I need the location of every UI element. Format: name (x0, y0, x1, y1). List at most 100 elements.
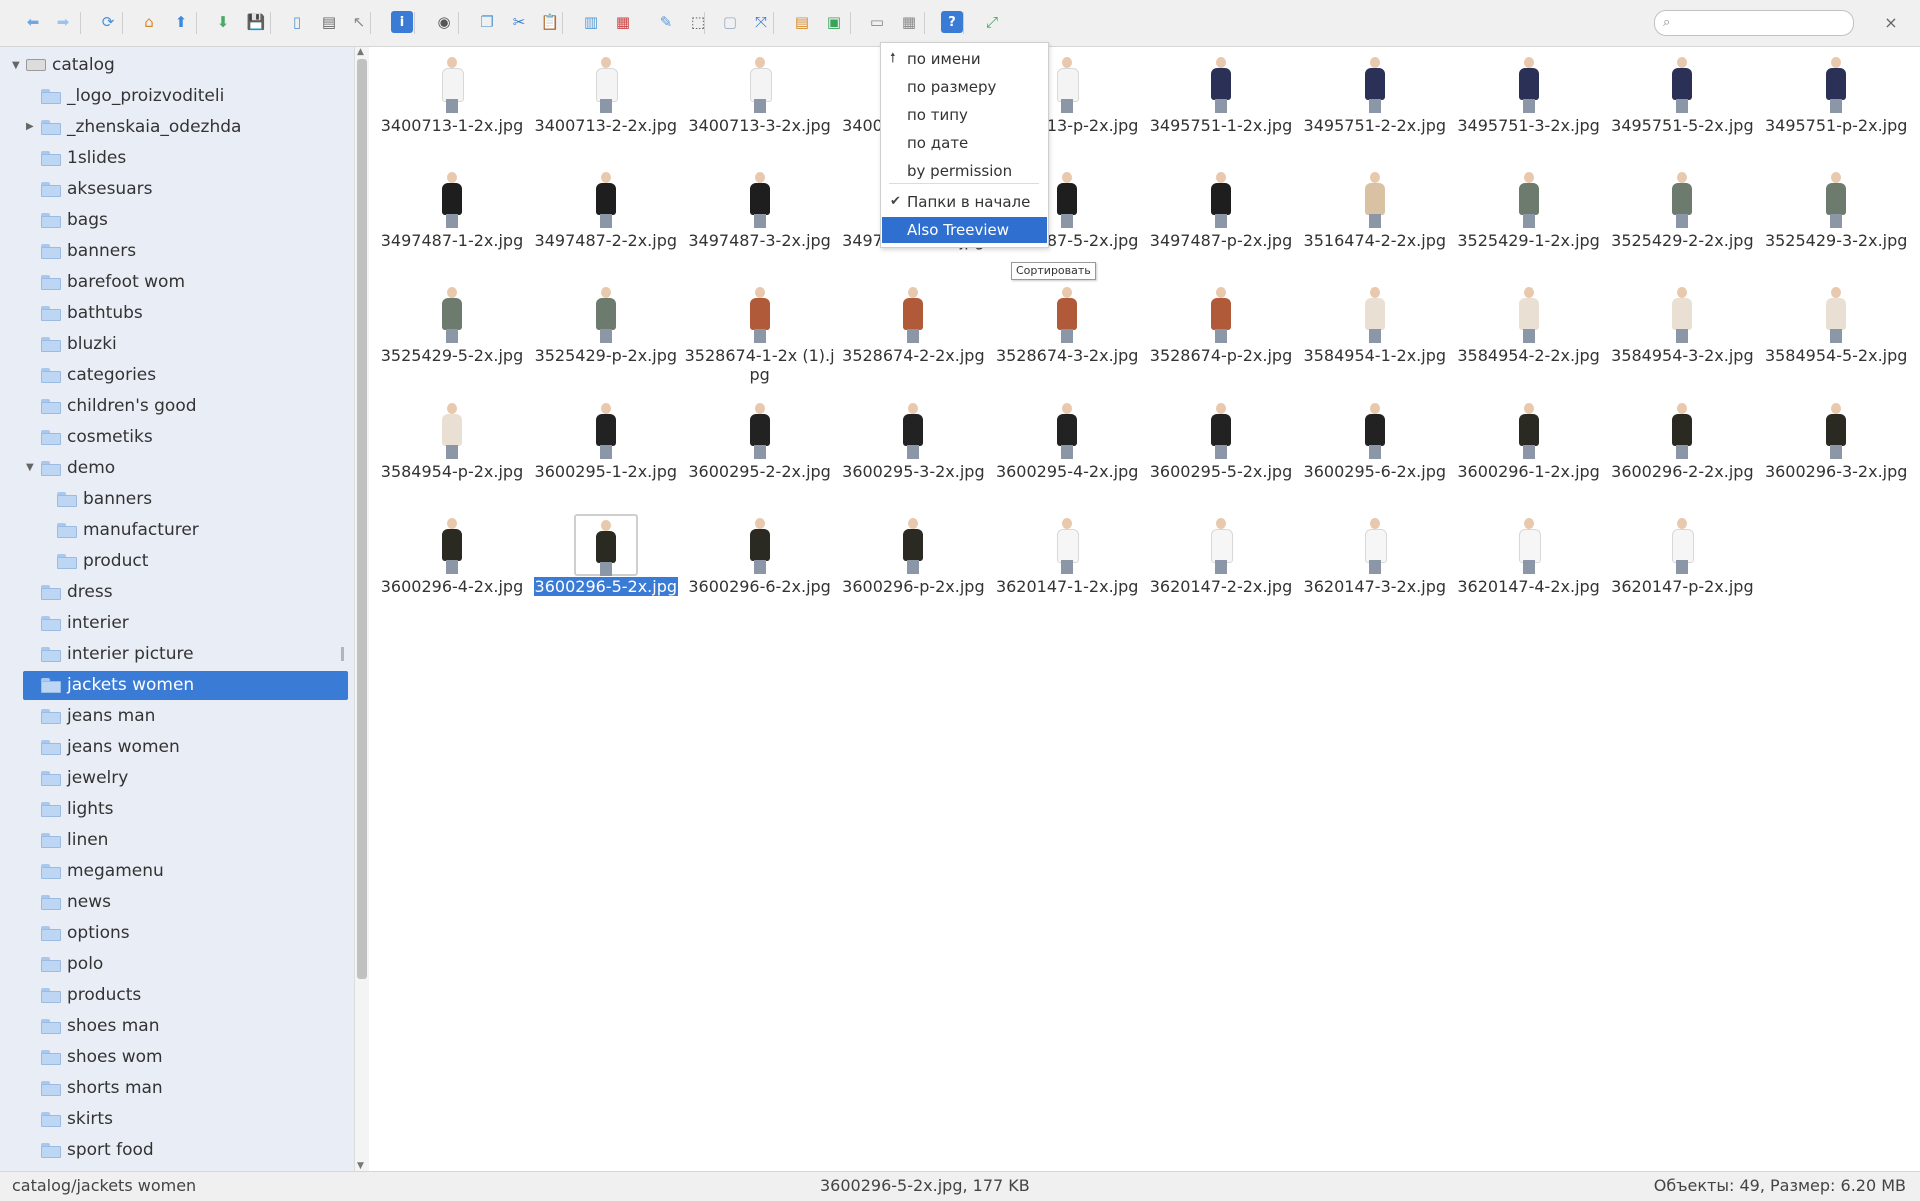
file-item[interactable]: 3600296-3-2x.jpg (1759, 396, 1913, 506)
file-item[interactable]: 3600295-4-2x.jpg (990, 396, 1144, 506)
scroll-down-icon[interactable]: ▼ (357, 1161, 364, 1171)
file-item[interactable]: 3600295-1-2x.jpg (529, 396, 683, 506)
file-item[interactable]: 3600296-4-2x.jpg (375, 511, 529, 621)
sidebar-folder-shoes-man[interactable]: shoes man (0, 1011, 354, 1041)
file-item[interactable]: 3620147-p-2x.jpg (1605, 511, 1759, 621)
sort-menu-item[interactable]: 🠕 по имени (882, 46, 1047, 72)
file-item[interactable]: 3525429-3-2x.jpg (1759, 165, 1913, 275)
scrollbar-thumb[interactable] (357, 59, 367, 979)
close-icon[interactable]: × (1881, 13, 1901, 33)
file-item[interactable]: 3495751-1-2x.jpg (1144, 50, 1298, 160)
sidebar-folder-barefoot-wom[interactable]: barefoot wom (0, 267, 354, 297)
copy-icon[interactable]: ❐ (476, 11, 498, 33)
up-icon[interactable]: ⬆ (170, 11, 192, 33)
icons-view-icon[interactable]: ▭ (866, 11, 888, 33)
search-input[interactable] (1677, 13, 1849, 33)
sidebar-folder-bathtubs[interactable]: bathtubs (0, 298, 354, 328)
help-icon[interactable]: ? (941, 11, 963, 33)
file-item[interactable]: 3620147-2-2x.jpg (1144, 511, 1298, 621)
sidebar-folder--logo-proizvoditeli[interactable]: _logo_proizvoditeli (0, 81, 354, 111)
file-item[interactable]: 3620147-1-2x.jpg (990, 511, 1144, 621)
save-icon[interactable]: ▤ (318, 11, 340, 33)
back-icon[interactable]: ⬅ (22, 11, 44, 33)
sidebar-folder-bags[interactable]: bags (0, 205, 354, 235)
file-item[interactable]: 3497487-3-2x.jpg (683, 165, 837, 275)
sidebar-folder-banners[interactable]: banners (0, 236, 354, 266)
sidebar-folder-jeans-women[interactable]: jeans women (0, 732, 354, 762)
rename-icon[interactable]: ✎ (655, 11, 677, 33)
sidebar-folder-interier-picture[interactable]: interier picture (0, 639, 354, 669)
sidebar-folder-demo[interactable]: ▼ demo (0, 453, 354, 483)
expand-arrow-icon[interactable]: ▶ (26, 112, 34, 142)
file-item[interactable]: 3600295-2-2x.jpg (683, 396, 837, 506)
preview-icon[interactable]: ◉ (433, 11, 455, 33)
sidebar-folder-categories[interactable]: categories (0, 360, 354, 390)
open-file-icon[interactable]: ⬇ (212, 11, 234, 33)
sidebar-folder-products[interactable]: products (0, 980, 354, 1010)
sidebar-folder-jackets-women[interactable]: jackets women (0, 670, 354, 700)
file-item[interactable]: 3584954-p-2x.jpg (375, 396, 529, 506)
sidebar-folder-jewelry[interactable]: jewelry (0, 763, 354, 793)
file-item[interactable]: 3525429-1-2x.jpg (1452, 165, 1606, 275)
sidebar-folder-news[interactable]: news (0, 887, 354, 917)
sidebar-folder-jeans-man[interactable]: jeans man (0, 701, 354, 731)
resize-icon[interactable]: ⤧ (750, 11, 772, 33)
sidebar-folder-shorts-man[interactable]: shorts man (0, 1073, 354, 1103)
file-item[interactable]: 3497487-1-2x.jpg (375, 165, 529, 275)
file-item[interactable]: 3584954-3-2x.jpg (1605, 280, 1759, 390)
file-item[interactable]: 3584954-1-2x.jpg (1298, 280, 1452, 390)
sidebar-folder-product[interactable]: product (0, 546, 354, 576)
file-item[interactable]: 3525429-p-2x.jpg (529, 280, 683, 390)
sidebar-folder-shoes-wom[interactable]: shoes wom (0, 1042, 354, 1072)
file-item[interactable]: 3525429-5-2x.jpg (375, 280, 529, 390)
file-item[interactable]: 3495751-5-2x.jpg (1605, 50, 1759, 160)
sort-menu-item[interactable]: ✔ Папки в начале (882, 189, 1047, 215)
sidebar-folder-skirts[interactable]: skirts (0, 1104, 354, 1134)
delete-icon[interactable]: ▦ (612, 11, 634, 33)
info-icon[interactable]: i (391, 11, 413, 33)
collapse-arrow-icon[interactable]: ▼ (26, 453, 34, 483)
expand-arrow-icon[interactable]: ▼ (12, 51, 20, 81)
download-icon[interactable]: 💾 (245, 11, 267, 33)
file-item[interactable]: 3525429-2-2x.jpg (1605, 165, 1759, 275)
sort-menu-item[interactable]: by permission (882, 158, 1047, 184)
sidebar-folder-children-s-good[interactable]: children's good (0, 391, 354, 421)
sidebar-folder-lights[interactable]: lights (0, 794, 354, 824)
sidebar-folder-megamenu[interactable]: megamenu (0, 856, 354, 886)
sidebar-folder-manufacturer[interactable]: manufacturer (0, 515, 354, 545)
file-item[interactable]: 3600296-1-2x.jpg (1452, 396, 1606, 506)
file-item[interactable]: 3620147-4-2x.jpg (1452, 511, 1606, 621)
file-item[interactable]: 3495751-p-2x.jpg (1759, 50, 1913, 160)
sort-menu-item[interactable]: Also Treeview (882, 217, 1047, 243)
file-item[interactable]: 3497487-2-2x.jpg (529, 165, 683, 275)
sidebar-scrollbar[interactable]: ▲ ▼ (354, 47, 369, 1171)
file-item[interactable]: 3600296-2-2x.jpg (1605, 396, 1759, 506)
tree-root[interactable]: ▼ catalog (0, 50, 354, 80)
file-item[interactable]: 3516474-2-2x.jpg (1298, 165, 1452, 275)
select-icon[interactable]: ↖ (348, 11, 370, 33)
sidebar-folder-sport-food[interactable]: sport food (0, 1135, 354, 1165)
file-item[interactable]: 3528674-p-2x.jpg (1144, 280, 1298, 390)
search-box[interactable]: ⌕ (1654, 10, 1854, 36)
sidebar-folder-options[interactable]: options (0, 918, 354, 948)
resize-grip[interactable] (341, 647, 344, 661)
scroll-up-icon[interactable]: ▲ (357, 47, 364, 57)
home-icon[interactable]: ⌂ (138, 11, 160, 33)
forward-icon[interactable]: ➡ (52, 11, 74, 33)
new-folder-icon[interactable]: ▯ (286, 11, 308, 33)
file-item[interactable]: 3600296-5-2x.jpg (529, 511, 683, 621)
sidebar-folder-linen[interactable]: linen (0, 825, 354, 855)
sidebar-folder-interier[interactable]: interier (0, 608, 354, 638)
file-item[interactable]: 3600295-3-2x.jpg (836, 396, 990, 506)
select-area-icon[interactable]: ⬚ (687, 11, 709, 33)
file-item[interactable]: 3528674-2-2x.jpg (836, 280, 990, 390)
sidebar-folder-bluzki[interactable]: bluzki (0, 329, 354, 359)
sidebar-folder-dress[interactable]: dress (0, 577, 354, 607)
file-item[interactable]: 3400713-2-2x.jpg (529, 50, 683, 160)
sort-menu-item[interactable]: по дате (882, 130, 1047, 156)
sidebar-folder-cosmetiks[interactable]: cosmetiks (0, 422, 354, 452)
file-item[interactable]: 3528674-3-2x.jpg (990, 280, 1144, 390)
edit-icon[interactable]: ▢ (719, 11, 741, 33)
file-item[interactable]: 3600296-p-2x.jpg (836, 511, 990, 621)
cut-icon[interactable]: ✂ (508, 11, 530, 33)
